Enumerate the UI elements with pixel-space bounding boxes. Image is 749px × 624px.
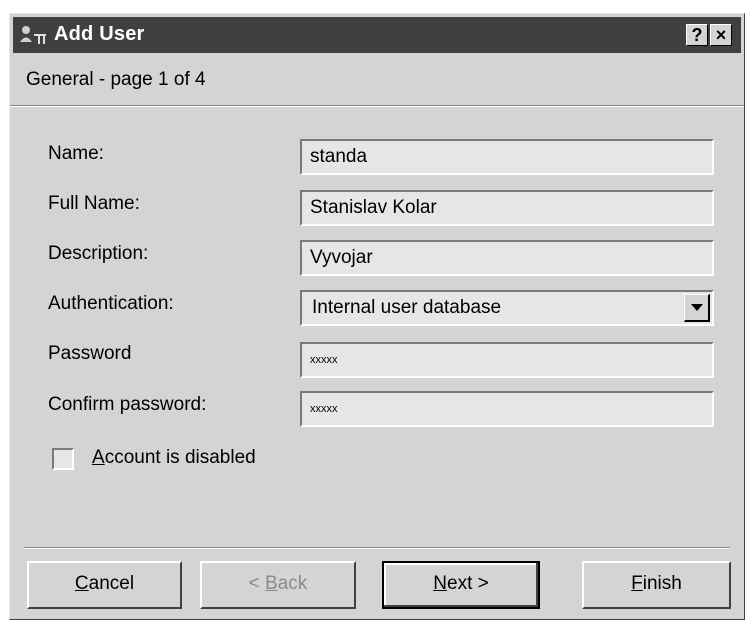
fullname-input[interactable] — [302, 192, 712, 224]
name-label: Name: — [48, 143, 104, 164]
back-button[interactable]: < Back — [200, 561, 356, 609]
authentication-label: Authentication: — [48, 293, 174, 314]
authentication-value: Internal user database — [312, 297, 502, 318]
fullname-field-frame — [300, 190, 714, 226]
confirm-password-input[interactable] — [302, 393, 712, 425]
users-tools-icon — [20, 26, 46, 44]
cancel-accel: C — [74, 573, 89, 594]
confirm-password-field-frame — [300, 391, 714, 427]
back-prefix: < — [248, 573, 266, 594]
account-disabled-label[interactable]: Account is disabled — [92, 447, 256, 469]
help-button[interactable]: ? — [686, 24, 708, 46]
window-title: Add User — [54, 23, 145, 45]
close-button[interactable]: × — [710, 24, 732, 46]
page-header: General - page 1 of 4 — [26, 69, 206, 90]
back-label: ack — [277, 573, 308, 594]
cancel-button[interactable]: Cancel — [27, 561, 182, 609]
dropdown-arrow-icon[interactable] — [684, 294, 710, 322]
authentication-select[interactable]: Internal user database — [300, 290, 714, 326]
description-field-frame — [300, 240, 714, 276]
back-accel: B — [265, 573, 278, 594]
description-label: Description: — [48, 243, 149, 264]
next-accel: N — [433, 573, 447, 594]
header-divider — [10, 105, 744, 107]
finish-button[interactable]: Finish — [582, 561, 731, 609]
finish-accel: F — [631, 573, 643, 594]
finish-label: inish — [642, 573, 682, 594]
fullname-label: Full Name: — [48, 193, 140, 214]
account-disabled-checkbox[interactable] — [52, 448, 74, 470]
password-label: Password — [48, 343, 132, 364]
next-button[interactable]: Next > — [382, 561, 540, 609]
description-input[interactable] — [302, 242, 712, 274]
password-field-frame — [300, 342, 714, 378]
name-field-frame — [300, 139, 714, 175]
title-bar[interactable]: Add User ? × — [13, 17, 741, 53]
add-user-dialog: Add User ? × General - page 1 of 4 Name:… — [9, 13, 745, 620]
footer-divider — [24, 547, 730, 549]
name-input[interactable] — [302, 141, 712, 173]
cancel-label: ancel — [88, 573, 135, 594]
confirm-password-label: Confirm password: — [48, 394, 207, 415]
next-label: ext > — [447, 573, 489, 594]
password-input[interactable] — [302, 344, 712, 376]
